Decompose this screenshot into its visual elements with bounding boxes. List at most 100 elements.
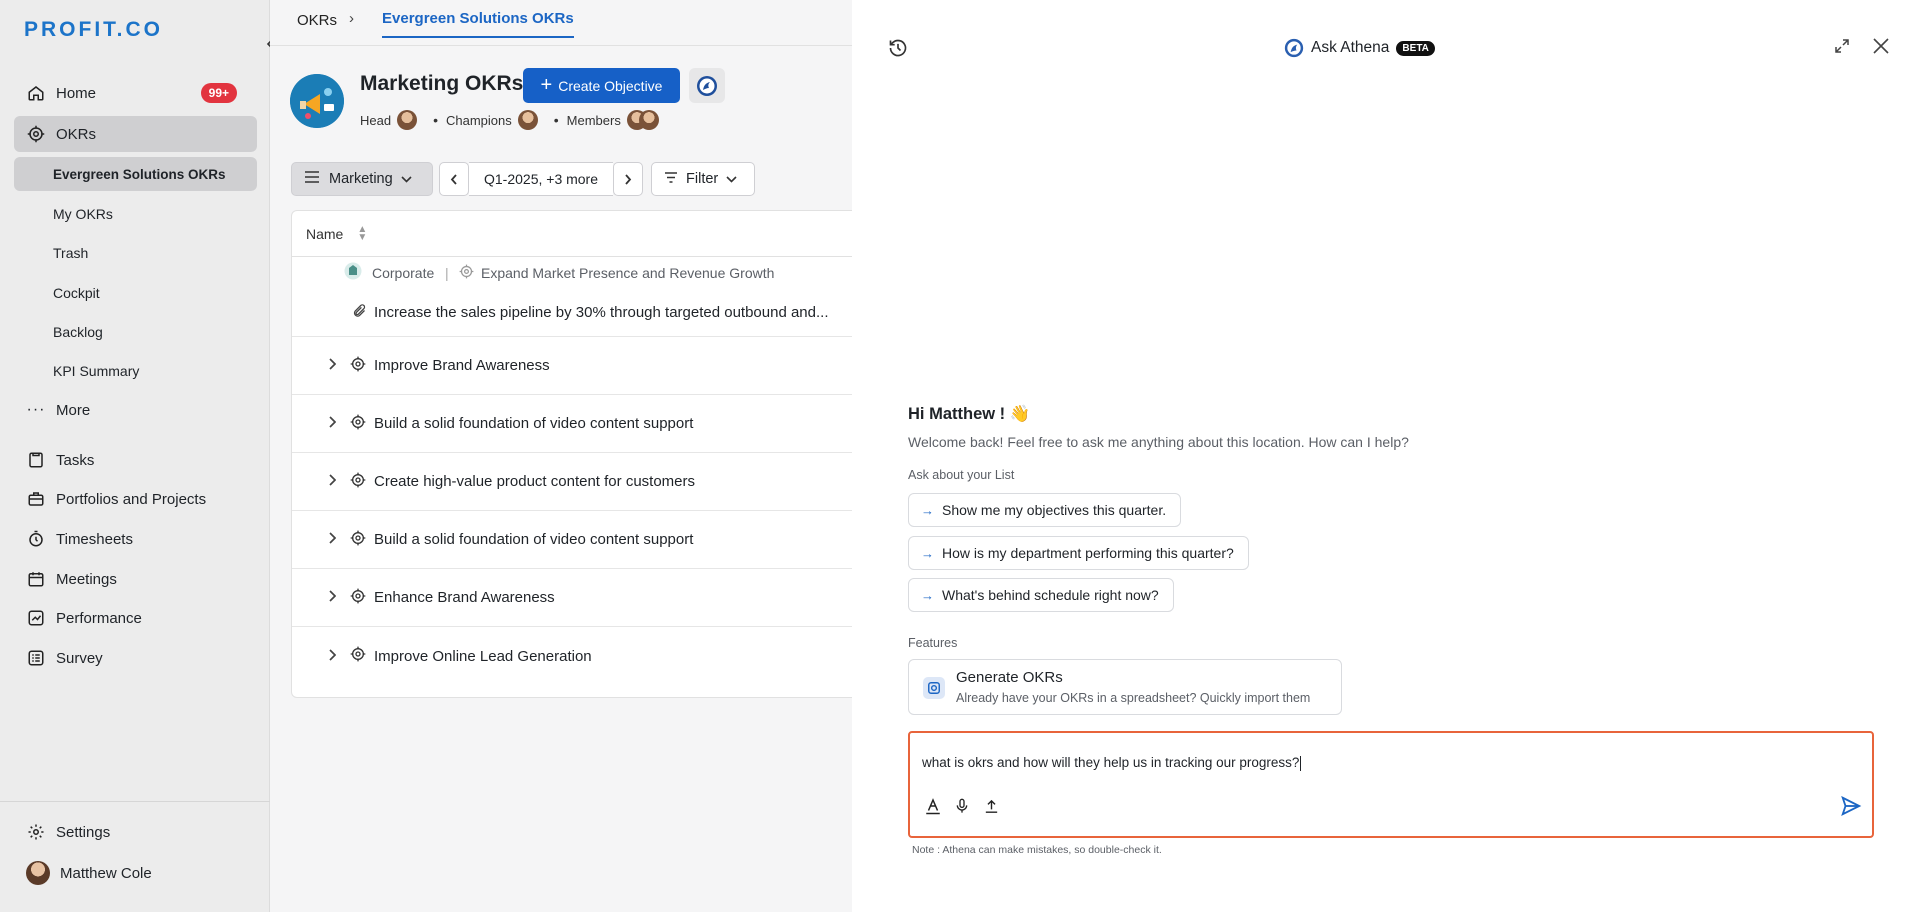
text-format-icon[interactable] xyxy=(922,795,944,817)
objective-label[interactable]: Build a solid foundation of video conten… xyxy=(374,531,693,548)
table-row[interactable]: Improve Brand Awareness xyxy=(292,337,852,395)
sidebar-item-label: More xyxy=(56,401,91,419)
table-row[interactable]: Build a solid foundation of video conten… xyxy=(292,511,852,569)
target-icon xyxy=(350,530,366,550)
department-dropdown[interactable]: Marketing xyxy=(291,162,433,196)
chevron-right-icon xyxy=(625,173,632,185)
next-period-button[interactable] xyxy=(613,162,644,196)
okr-table: Name ▲ ▼ Corporate | Expand Market Presen… xyxy=(291,210,852,698)
sidebar-item-label: Meetings xyxy=(56,570,117,588)
sidebar-item-tasks[interactable]: Tasks xyxy=(14,442,257,478)
column-header-name[interactable]: Name xyxy=(306,226,343,242)
sidebar-item-home[interactable]: Home 99+ xyxy=(14,75,257,111)
sidebar-item-meetings[interactable]: Meetings xyxy=(14,561,257,597)
table-header: Name ▲ ▼ xyxy=(292,211,852,257)
avatar[interactable] xyxy=(638,110,659,130)
sidebar-subitem-trash[interactable]: Trash xyxy=(14,236,257,270)
athena-panel: Ask Athena BETA Hi Matthew ! 👋 Welcome b… xyxy=(852,0,1920,912)
avatar xyxy=(26,861,50,885)
create-objective-button[interactable]: + Create Objective xyxy=(523,68,680,103)
calendar-icon xyxy=(26,569,46,589)
tab-evergreen-okrs[interactable]: Evergreen Solutions OKRs xyxy=(382,10,574,38)
athena-button[interactable] xyxy=(689,68,725,103)
sidebar-subitem-evergreen[interactable]: Evergreen Solutions OKRs xyxy=(14,157,257,191)
table-row[interactable]: Build a solid foundation of video conten… xyxy=(292,395,852,453)
suggestion-chip[interactable]: → Show me my objectives this quarter. xyxy=(908,493,1182,527)
filter-bar: Marketing Q1-2025, +3 more Filter xyxy=(291,162,756,196)
send-icon[interactable] xyxy=(1840,795,1862,820)
table-row[interactable]: Enhance Brand Awareness xyxy=(292,569,852,627)
objective-label[interactable]: Build a solid foundation of video conten… xyxy=(374,415,693,432)
sidebar-item-timesheets[interactable]: Timesheets xyxy=(14,521,257,557)
feature-title: Generate OKRs xyxy=(956,669,1063,686)
sidebar-item-label: Performance xyxy=(56,609,142,627)
previous-period-button[interactable] xyxy=(439,162,469,196)
suggestion-chip[interactable]: → What's behind schedule right now? xyxy=(908,578,1174,612)
champions-label: Champions xyxy=(445,112,512,128)
sidebar-item-performance[interactable]: Performance xyxy=(14,600,257,636)
avatar[interactable] xyxy=(517,110,538,130)
feature-description: Already have your OKRs in a spreadsheet?… xyxy=(956,691,1311,705)
upload-icon[interactable] xyxy=(980,795,1002,817)
table-row[interactable]: Improve Online Lead Generation xyxy=(292,627,852,685)
sidebar-subitem-backlog[interactable]: Backlog xyxy=(14,315,257,349)
athena-title: Ask Athena BETA xyxy=(1284,38,1435,58)
filter-label: Filter xyxy=(686,171,719,187)
key-result-row[interactable]: Increase the sales pipeline by 30% throu… xyxy=(292,289,852,337)
sort-icon[interactable]: ▲ ▼ xyxy=(357,224,367,242)
arrow-right-icon: → xyxy=(921,502,934,518)
avatar[interactable] xyxy=(397,110,418,130)
sidebar-item-portfolios[interactable]: Portfolios and Projects xyxy=(14,481,257,517)
objective-label[interactable]: Improve Online Lead Generation xyxy=(374,648,592,665)
close-icon[interactable] xyxy=(1872,37,1890,58)
chevron-down-icon xyxy=(726,171,737,187)
suggestion-chip[interactable]: → How is my department performing this q… xyxy=(908,536,1249,570)
chevron-right-icon[interactable] xyxy=(328,648,337,664)
objective-label[interactable]: Enhance Brand Awareness xyxy=(374,589,555,606)
expand-icon[interactable] xyxy=(1834,38,1850,57)
chevron-right-icon[interactable] xyxy=(328,358,337,373)
objective-label[interactable]: Improve Brand Awareness xyxy=(374,357,550,374)
chevron-right-icon[interactable] xyxy=(328,416,337,431)
profit-co-logo[interactable]: PROFIT.CO xyxy=(24,18,163,42)
target-icon xyxy=(350,646,366,666)
chevron-right-icon[interactable] xyxy=(328,532,337,547)
arrow-right-icon: → xyxy=(921,587,934,603)
breadcrumb-okrs[interactable]: OKRs xyxy=(297,12,337,29)
parent-objective-label[interactable]: Expand Market Presence and Revenue Growt… xyxy=(481,265,774,281)
chat-input-text[interactable]: what is okrs and how will they help us i… xyxy=(922,755,1302,771)
department-label: Marketing xyxy=(329,171,393,187)
sidebar-item-more[interactable]: ··· More xyxy=(14,392,257,428)
microphone-icon[interactable] xyxy=(951,795,973,817)
chat-input[interactable]: what is okrs and how will they help us i… xyxy=(908,731,1874,838)
sidebar-item-label: Timesheets xyxy=(56,530,133,548)
table-row[interactable]: Create high-value product content for cu… xyxy=(292,453,852,511)
welcome-text: Welcome back! Feel free to ask me anythi… xyxy=(908,434,1409,450)
sidebar-item-survey[interactable]: Survey xyxy=(14,640,257,676)
chevron-right-icon[interactable] xyxy=(328,590,337,605)
filter-button[interactable]: Filter xyxy=(651,162,756,196)
sidebar-user-profile[interactable]: Matthew Cole xyxy=(14,855,257,891)
home-icon xyxy=(26,83,46,103)
sidebar-item-label: Survey xyxy=(56,649,103,667)
objective-label[interactable]: Create high-value product content for cu… xyxy=(374,473,695,490)
sidebar-item-okrs[interactable]: OKRs xyxy=(14,116,257,152)
user-name: Matthew Cole xyxy=(60,864,152,882)
key-result-label[interactable]: Increase the sales pipeline by 30% throu… xyxy=(374,304,829,321)
sidebar-subitem-kpi-summary[interactable]: KPI Summary xyxy=(14,354,257,388)
divider: | xyxy=(445,265,449,281)
period-selector[interactable]: Q1-2025, +3 more xyxy=(469,162,614,196)
generate-okrs-card[interactable]: Generate OKRs Already have your OKRs in … xyxy=(908,659,1342,715)
breadcrumb: OKRs › Evergreen Solutions OKRs xyxy=(270,0,852,46)
arrow-right-icon: → xyxy=(921,545,934,561)
sidebar-subitem-my-okrs[interactable]: My OKRs xyxy=(14,197,257,231)
corporate-label[interactable]: Corporate xyxy=(372,265,434,281)
greeting: Hi Matthew ! 👋 xyxy=(908,405,1031,423)
chevron-right-icon[interactable] xyxy=(328,474,337,489)
history-icon[interactable] xyxy=(888,38,908,61)
sidebar-subitem-cockpit[interactable]: Cockpit xyxy=(14,276,257,310)
chart-line-icon xyxy=(26,608,46,628)
sidebar-item-settings[interactable]: Settings xyxy=(14,814,257,850)
suggestion-label: What's behind schedule right now? xyxy=(942,587,1159,603)
sidebar: PROFIT.CO Home 99+ OKRs Evergreen Soluti… xyxy=(0,0,270,912)
